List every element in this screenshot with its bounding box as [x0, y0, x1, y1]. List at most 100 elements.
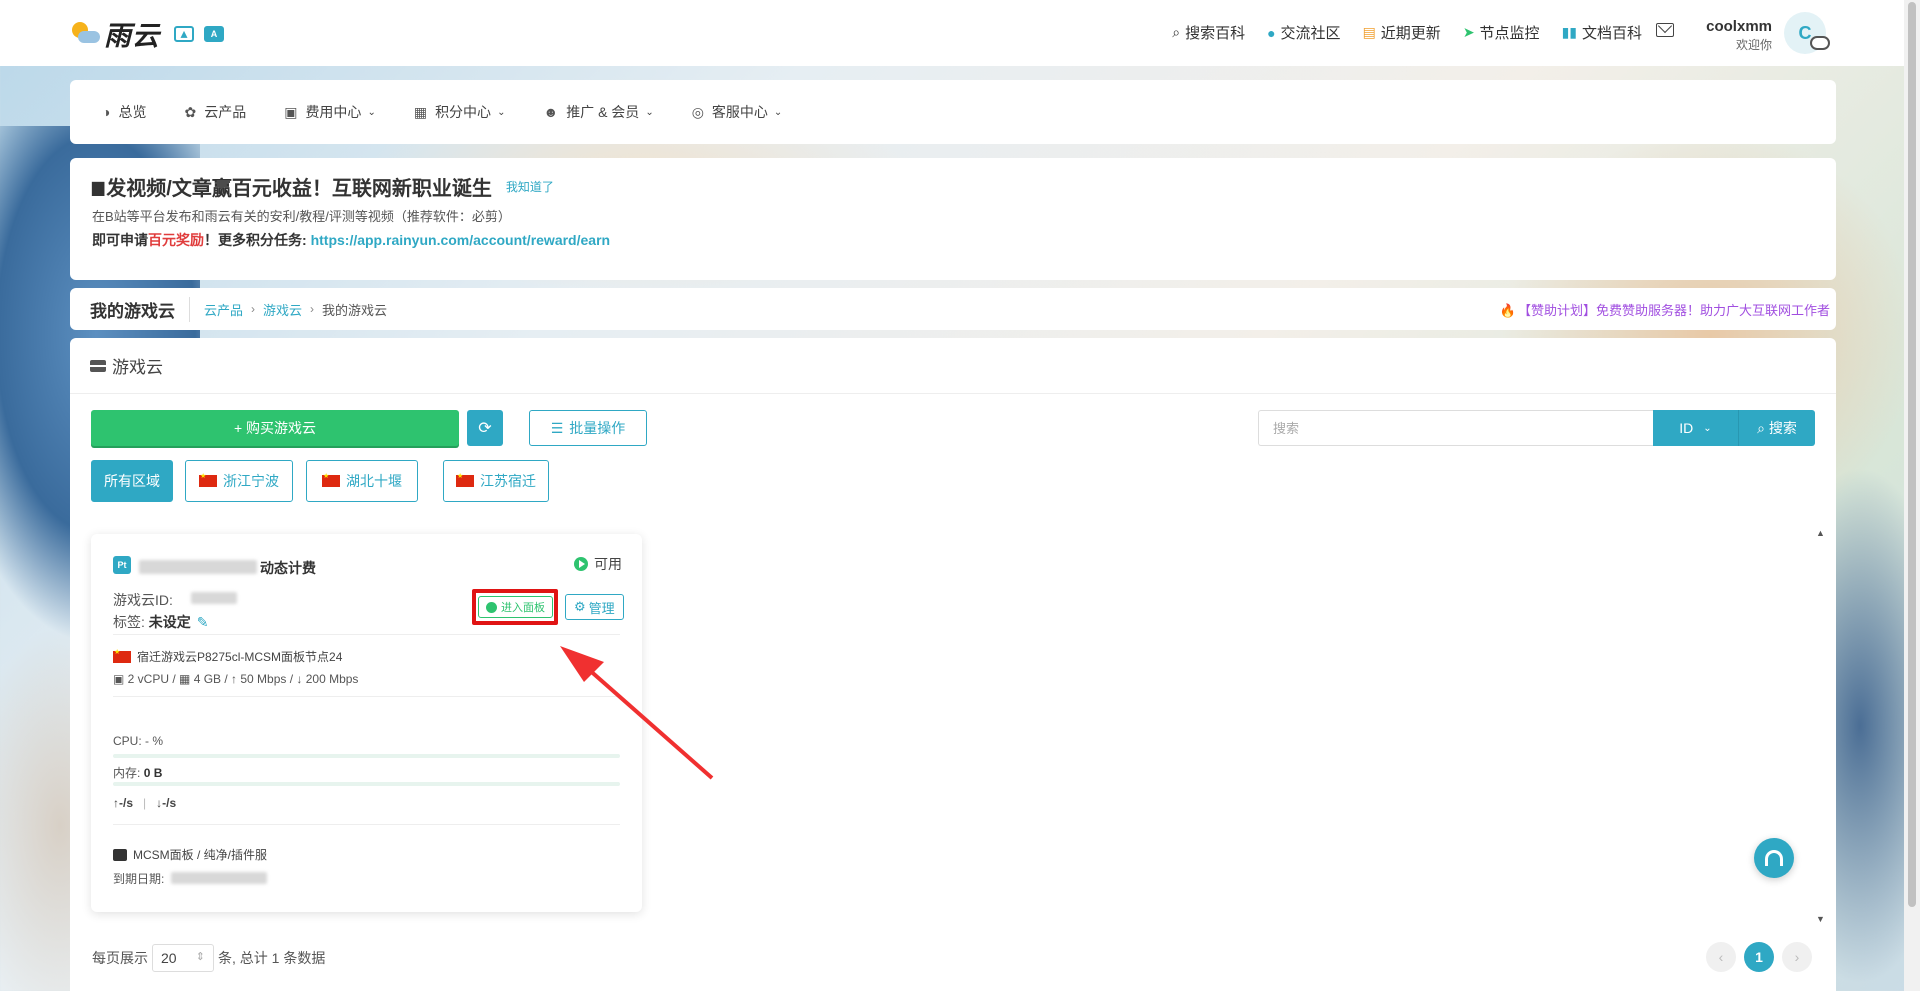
chevron-right-icon: › — [251, 302, 256, 316]
reward-highlight: 百元奖励 — [148, 232, 204, 248]
news-icon: ▤ — [1362, 24, 1376, 40]
buy-game-cloud-button[interactable]: + 购买游戏云 — [91, 410, 459, 446]
top-bar: 雨云 ▴ A ⌕ 搜索百科 ● 交流社区 ▤ 近期更新 ➤ 节点监控 ▮▮ 文档百科 coolxm… — [0, 0, 1904, 66]
topnav-item-3[interactable]: ➤ 节点监控 — [1463, 22, 1540, 43]
spec-info: ▣ 2 vCPU / ▦ 4 GB / ↑ 50 Mbps / ↓ 200 Mb… — [113, 672, 359, 686]
list-icon: ☰ — [550, 419, 564, 436]
scroll-up-icon[interactable]: ▲ — [1816, 528, 1825, 538]
breadcrumb-cloud-products[interactable]: 云产品 — [204, 300, 243, 319]
reward-link[interactable]: https://app.rainyun.com/account/reward/e… — [311, 232, 611, 248]
prev-page-button[interactable]: ‹ — [1706, 942, 1736, 972]
money-icon: ▣ — [284, 103, 298, 120]
nav-item-2[interactable]: ▣ 费用中心 ⌄ — [284, 102, 376, 122]
cubes-icon: ✿ — [184, 103, 197, 120]
redacted-date — [171, 872, 267, 884]
expire-date: 到期日期: — [113, 872, 165, 886]
page-scrollbar[interactable] — [1904, 0, 1920, 991]
avatar[interactable]: C — [1784, 12, 1830, 54]
announcement: ▆ 发视频/文章赢百元收益！互联网新职业诞生 我知道了 在B站等平台发布和雨云有… — [70, 158, 1836, 280]
china-flag-icon — [456, 472, 474, 487]
breadcrumb-current: 我的游戏云 — [322, 302, 388, 318]
page-title: 我的游戏云 — [90, 296, 190, 322]
chevron-down-icon: ⌄ — [1703, 422, 1712, 434]
china-flag-icon — [199, 472, 217, 487]
dismiss-link[interactable]: 我知道了 — [506, 178, 554, 195]
region-filter-1[interactable]: 浙江宁波 — [185, 460, 293, 502]
search-icon: ⌕ — [1757, 419, 1765, 436]
support-button[interactable] — [1754, 838, 1794, 878]
nav-item-1[interactable]: ✿ 云产品 — [184, 102, 246, 122]
redacted-id — [191, 592, 237, 604]
edit-icon[interactable]: ✎ — [197, 614, 209, 630]
search-icon: ⌕ — [1172, 24, 1181, 40]
sponsor-promo-link[interactable]: 🔥 【赞助计划】免费赞助服务器！助力广大互联网工作者 — [1500, 300, 1830, 319]
announcement-line-1: 在B站等平台发布和雨云有关的安利/教程/评测等视频（推荐软件：必剪） — [92, 209, 511, 224]
page-size-select[interactable]: 20 — [152, 944, 214, 972]
scroll-down-icon[interactable]: ▼ — [1816, 914, 1825, 924]
gift-icon: ▦ — [413, 103, 428, 120]
region-filter-3[interactable]: 江苏宿迁 — [443, 460, 549, 502]
instance-billing: 动态计费 — [260, 560, 316, 576]
redacted-name — [139, 560, 257, 574]
nav-item-0[interactable]: ◑ 总览 — [102, 102, 146, 122]
play-icon — [574, 557, 588, 571]
pterodactyl-icon: Pt — [113, 556, 131, 574]
mcsm-icon — [113, 848, 127, 861]
topnav-item-0[interactable]: ⌕ 搜索百科 — [1172, 22, 1245, 43]
greeting: 欢迎你 — [1735, 38, 1772, 52]
manage-button[interactable]: ⚙ 管理 — [565, 594, 624, 620]
node-info: 宿迁游戏云P8275cl-MCSM面板节点24 — [113, 648, 342, 665]
instance-tag: 标签: 未设定 ✎ — [113, 614, 209, 630]
highlight-box — [472, 589, 558, 625]
chevron-down-icon: ⌄ — [497, 106, 506, 118]
mail-icon[interactable] — [1656, 23, 1674, 37]
annotation-arrow — [560, 646, 714, 780]
nav-item-4[interactable]: ☻ 推广 & 会员 ⌄ — [543, 102, 653, 122]
refresh-icon: ⟳ — [478, 420, 492, 437]
breadcrumb-game-cloud[interactable]: 游戏云 — [263, 300, 302, 319]
announcement-title: 发视频/文章赢百元收益！互联网新职业诞生 — [106, 178, 492, 200]
qq-icon: ● — [1267, 24, 1276, 41]
nav-item-3[interactable]: ▦ 积分中心 ⌄ — [414, 102, 506, 122]
next-page-button[interactable]: › — [1782, 942, 1812, 972]
gear-icon: ⚙ — [574, 599, 586, 614]
announcement-line-2: 即可申请百元奖励！更多积分任务: https://app.rainyun.com… — [92, 232, 611, 248]
region-filter-2[interactable]: 湖北十堰 — [306, 460, 418, 502]
user-info[interactable]: coolxmm 欢迎你 — [1700, 18, 1772, 53]
tv-icon: ▆ — [92, 178, 105, 196]
cloud-badge-icon — [1810, 36, 1830, 50]
breadcrumb-bar: 我的游戏云 云产品 › 游戏云 › 我的游戏云 🔥 【赞助计划】免费赞助服务器！助… — [70, 288, 1836, 330]
search-button[interactable]: ⌕ 搜索 — [1739, 410, 1815, 446]
search-input[interactable] — [1258, 410, 1654, 446]
game-cloud-panel: 游戏云 + 购买游戏云 ⟳ ☰批量操作 ID⌄ ⌕搜索 所有区域浙江宁波湖北十堰… — [70, 338, 1836, 991]
page-1-button[interactable]: 1 — [1744, 942, 1774, 972]
main-navigation: ◑ 总览 ✿ 云产品 ▣ 费用中心 ⌄ ▦ 积分中心 ⌄ ☻ 推广 & 会员 ⌄ ◎ 客服中心 ⌄ — [70, 80, 1836, 144]
status-badge: 可用 — [574, 554, 622, 574]
network-speed: ↑-/s | ↓-/s — [113, 796, 177, 810]
nav-item-5[interactable]: ◎ 客服中心 ⌄ — [692, 102, 783, 122]
china-flag-icon — [322, 472, 340, 487]
image-icon[interactable]: ▴ — [174, 25, 194, 42]
refresh-button[interactable]: ⟳ — [467, 410, 503, 446]
batch-operation-button[interactable]: ☰ 批量操作 — [529, 410, 647, 446]
topnav-item-1[interactable]: ● 交流社区 — [1267, 22, 1340, 43]
instance-id: 游戏云ID: — [113, 592, 173, 608]
dashboard-icon: ◑ — [102, 104, 111, 120]
panel-title: 游戏云 — [112, 358, 163, 377]
topnav-item-2[interactable]: ▤ 近期更新 — [1363, 22, 1441, 43]
region-filter-0[interactable]: 所有区域 — [91, 460, 173, 502]
headset-icon: ◎ — [691, 103, 704, 120]
cpu-icon: ▣ — [113, 672, 128, 686]
chevron-right-icon: › — [310, 302, 315, 316]
brand-name: 雨云 — [104, 21, 160, 51]
cpu-usage: CPU: - % — [113, 734, 164, 748]
book-icon: ▮▮ — [1561, 24, 1577, 40]
users-icon: ☻ — [543, 104, 559, 120]
topnav-item-4[interactable]: ▮▮ 文档百科 — [1562, 22, 1642, 43]
translate-icon[interactable]: A — [204, 25, 224, 42]
search-field-select[interactable]: ID ⌄ — [1653, 410, 1739, 446]
top-navigation: ⌕ 搜索百科 ● 交流社区 ▤ 近期更新 ➤ 节点监控 ▮▮ 文档百科 — [1172, 22, 1642, 43]
weather-logo-icon — [68, 18, 100, 50]
brand-logo[interactable]: 雨云 ▴ A — [68, 14, 224, 53]
chevron-down-icon: ⌄ — [367, 106, 376, 118]
